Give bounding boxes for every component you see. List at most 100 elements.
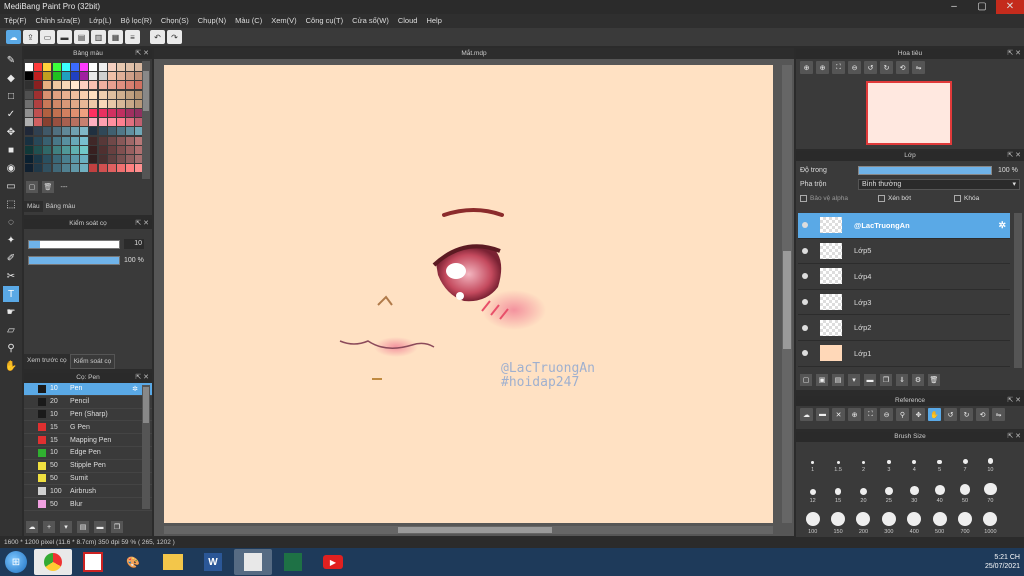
menu-cloud[interactable]: Cloud <box>398 14 418 28</box>
color-swatch[interactable] <box>126 108 135 117</box>
tab-palette[interactable]: Bảng màu <box>42 201 79 212</box>
color-swatch[interactable] <box>80 154 89 163</box>
zoom-in-icon[interactable]: ⊕ <box>800 61 813 74</box>
word-icon[interactable]: W <box>194 549 232 575</box>
layer-item[interactable]: Lớp2 <box>798 315 1010 341</box>
comment-icon[interactable]: ▬ <box>57 30 72 44</box>
color-swatch[interactable] <box>107 118 116 127</box>
layer-gear-icon[interactable]: ✲ <box>998 220 1006 231</box>
ms-paint-icon[interactable] <box>74 549 112 575</box>
color-swatch[interactable] <box>80 164 89 173</box>
reset-rotation-icon[interactable]: ⟲ <box>896 61 909 74</box>
list-icon[interactable]: ≡ <box>125 30 140 44</box>
brush-list-scrollbar[interactable] <box>142 385 150 509</box>
document-tab[interactable]: Mắt.mdp <box>154 48 794 59</box>
color-swatch[interactable] <box>43 145 52 154</box>
system-clock[interactable]: 5:21 CH 25/07/2021 <box>985 548 1020 576</box>
brush-size-cell[interactable]: 10 <box>978 444 1003 475</box>
color-swatch[interactable] <box>116 154 125 163</box>
color-swatch[interactable] <box>89 108 98 117</box>
brush-size-cell[interactable]: 20 <box>851 475 876 506</box>
brush-size-cell[interactable]: 200 <box>851 506 876 537</box>
color-swatch[interactable] <box>70 81 79 90</box>
layer-item[interactable]: @LacTruongAn ✲ <box>798 213 1010 239</box>
panel-controls[interactable]: ⇱ ✕ <box>135 373 149 383</box>
color-swatch[interactable] <box>70 63 79 71</box>
layer-folder-icon[interactable]: ▬ <box>864 374 876 386</box>
color-swatch[interactable] <box>70 99 79 108</box>
color-swatch[interactable] <box>80 90 89 99</box>
move-tool-icon[interactable]: ✥ <box>3 124 19 140</box>
brush-size-cell[interactable]: 15 <box>825 475 850 506</box>
color-swatch[interactable] <box>52 136 61 145</box>
brush-size-cell[interactable]: 40 <box>927 475 952 506</box>
rotate-left-icon[interactable]: ↺ <box>864 61 877 74</box>
brush-size-cell[interactable]: 1.5 <box>825 444 850 475</box>
layer-item[interactable]: Lớp3 <box>798 290 1010 316</box>
color-swatch[interactable] <box>70 90 79 99</box>
folder-icon[interactable]: ▬ <box>94 521 106 533</box>
brush-size-cell[interactable]: 12 <box>800 475 825 506</box>
redo-icon[interactable]: ↷ <box>167 30 182 44</box>
color-swatch[interactable] <box>116 145 125 154</box>
brush-item[interactable]: 50 Blur <box>24 498 152 511</box>
color-swatch[interactable] <box>89 164 98 173</box>
cloud-open-icon[interactable]: ☁ <box>800 408 813 421</box>
brush-size-cell[interactable]: 150 <box>825 506 850 537</box>
color-swatch[interactable] <box>34 81 43 90</box>
color-swatch[interactable] <box>80 99 89 108</box>
operation-tool-icon[interactable]: ☛ <box>3 304 19 320</box>
divide-tool-icon[interactable]: ▱ <box>3 322 19 338</box>
color-swatch[interactable] <box>70 154 79 163</box>
color-swatch[interactable] <box>98 63 107 71</box>
color-swatch[interactable] <box>61 118 70 127</box>
youtube-icon[interactable]: ▶ <box>314 549 352 575</box>
color-swatch[interactable] <box>34 145 43 154</box>
close-reference-icon[interactable]: ✕ <box>832 408 845 421</box>
eyedropper-icon[interactable]: ⚲ <box>896 408 909 421</box>
paint-palette-icon[interactable]: 🎨 <box>114 549 152 575</box>
color-swatch[interactable] <box>107 81 116 90</box>
color-swatch[interactable] <box>52 81 61 90</box>
hand-icon[interactable]: ✋ <box>928 408 941 421</box>
brush-size-cell[interactable]: 2 <box>851 444 876 475</box>
color-swatch[interactable] <box>126 63 135 71</box>
brush-size-cell[interactable]: 7 <box>952 444 977 475</box>
visibility-eye-icon[interactable] <box>802 247 808 254</box>
color-swatch[interactable] <box>107 99 116 108</box>
color-swatch[interactable] <box>43 72 52 81</box>
color-swatch[interactable] <box>107 145 116 154</box>
color-swatch[interactable] <box>25 108 33 117</box>
rotate-right-icon[interactable]: ↻ <box>960 408 973 421</box>
add-brush-menu-icon[interactable]: ▾ <box>60 521 72 533</box>
merge-layer-icon[interactable]: ⇓ <box>896 374 908 386</box>
color-swatch[interactable] <box>89 145 98 154</box>
color-swatch[interactable] <box>52 127 61 136</box>
drawing-canvas[interactable]: @LacTruongAn #hoidap247 <box>164 65 773 523</box>
color-swatch[interactable] <box>98 127 107 136</box>
protect-alpha-checkbox[interactable]: Bảo vệ alpha <box>800 194 878 202</box>
color-swatch[interactable] <box>52 164 61 173</box>
color-swatch[interactable] <box>116 90 125 99</box>
new-color-layer-icon[interactable]: ▣ <box>816 374 828 386</box>
color-swatch[interactable] <box>25 99 33 108</box>
color-swatch[interactable] <box>80 127 89 136</box>
visibility-eye-icon[interactable] <box>802 324 808 331</box>
color-swatch[interactable] <box>52 72 61 81</box>
brush-size-cell[interactable]: 25 <box>876 475 901 506</box>
color-swatch[interactable] <box>116 108 125 117</box>
brush-item[interactable]: 20 Pencil <box>24 396 152 409</box>
color-swatch[interactable] <box>61 72 70 81</box>
zoom-in-alt-icon[interactable]: ⊕ <box>816 61 829 74</box>
color-swatch[interactable] <box>43 154 52 163</box>
color-swatch[interactable] <box>52 154 61 163</box>
canvas-horizontal-scrollbar[interactable] <box>164 526 773 534</box>
color-swatch[interactable] <box>98 118 107 127</box>
color-swatch[interactable] <box>70 108 79 117</box>
color-swatch[interactable] <box>43 164 52 173</box>
panel-icon[interactable]: ▥ <box>91 30 106 44</box>
color-swatch[interactable] <box>70 145 79 154</box>
color-swatch[interactable] <box>126 90 135 99</box>
color-swatch[interactable] <box>34 127 43 136</box>
bucket-tool-icon[interactable]: ◉ <box>3 160 19 176</box>
